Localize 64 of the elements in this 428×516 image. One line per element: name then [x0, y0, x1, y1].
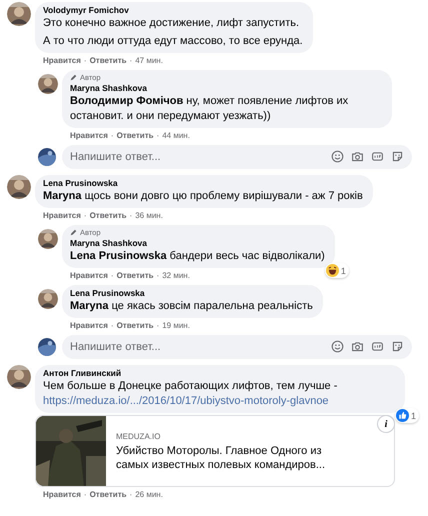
author-name[interactable]: Lena Prusinowska: [70, 288, 313, 299]
comment-text: Володимир Фомічов ну, может появление лифтов их остановит. и они передумают уезжать)): [70, 94, 350, 124]
reply-link[interactable]: Ответить: [116, 271, 154, 281]
sticker-icon[interactable]: [391, 150, 404, 163]
smiley-icon[interactable]: [331, 340, 344, 353]
camera-icon[interactable]: [351, 150, 364, 163]
timestamp[interactable]: 44 мин.: [162, 131, 190, 141]
gif-icon[interactable]: [371, 340, 384, 353]
link-domain: MEDUZA.IO: [116, 432, 162, 441]
reply-input-field[interactable]: Напишите ответ...: [62, 335, 412, 359]
reaction-count[interactable]: 1: [394, 408, 419, 423]
separator-dot: ·: [130, 56, 132, 66]
reply-link[interactable]: Ответить: [90, 490, 127, 500]
link-preview[interactable]: MEDUZA.IO Убийство Моторолы. Главное Одного из самых известных полевых командиров... i: [35, 415, 395, 487]
like-link[interactable]: Нравится: [70, 131, 108, 141]
timestamp[interactable]: 47 мин.: [135, 56, 163, 66]
info-button[interactable]: i: [377, 415, 395, 433]
timestamp[interactable]: 36 мин.: [135, 211, 163, 221]
pencil-icon: [70, 229, 77, 236]
reply-link[interactable]: Ответить: [116, 131, 154, 141]
timestamp[interactable]: 19 мин.: [162, 321, 190, 331]
separator-dot: ·: [156, 271, 160, 281]
separator-dot: ·: [84, 211, 87, 221]
separator-dot: ·: [110, 321, 114, 331]
smiley-icon[interactable]: [331, 150, 344, 163]
timestamp[interactable]: 32 мин.: [162, 271, 190, 281]
comment-text: Maryna це якась зовсім паралельна реальність: [70, 299, 313, 314]
author-name[interactable]: Maryna Shashkova: [70, 83, 382, 94]
separator-dot: ·: [130, 211, 132, 221]
author-name[interactable]: Lena Prusinowska: [43, 178, 363, 189]
comment-text: Lena Prusinowska бандери весь час відволікали): [70, 249, 325, 264]
link[interactable]: https://meduza.io/.../2016/10/17/ubiystvo-motoroly-glavnoe: [43, 395, 329, 407]
reply-link[interactable]: Ответить: [90, 211, 127, 221]
like-link[interactable]: Нравится: [43, 56, 81, 66]
laughing-emoji-icon: [326, 264, 339, 277]
separator-dot: ·: [156, 131, 160, 141]
like-link[interactable]: Нравится: [70, 321, 108, 331]
link-title: Убийство Моторолы. Главное Одного из самых известных полевых командиров...: [116, 444, 326, 472]
gif-icon[interactable]: [371, 150, 384, 163]
author-name[interactable]: Антон Гливинский: [43, 368, 395, 379]
comment-text: А то что люди оттуда едут массово, то все ерунда.: [43, 34, 303, 49]
separator-dot: ·: [110, 131, 114, 141]
timestamp[interactable]: 26 мин.: [135, 490, 163, 500]
author-name[interactable]: Maryna Shashkova: [70, 238, 325, 249]
author-name[interactable]: Volodymyr Fomichov: [43, 5, 303, 16]
camera-icon[interactable]: [351, 340, 364, 353]
thumbs-up-icon: [396, 409, 409, 422]
separator-dot: ·: [156, 321, 160, 331]
reaction-count[interactable]: 1: [324, 263, 349, 278]
pencil-icon: [70, 74, 77, 81]
like-link[interactable]: Нравится: [43, 211, 81, 221]
reply-input-field[interactable]: Напишите ответ...: [62, 145, 412, 169]
reply-link[interactable]: Ответить: [90, 56, 127, 66]
separator-dot: ·: [130, 490, 132, 500]
like-link[interactable]: Нравится: [43, 490, 81, 500]
separator-dot: ·: [110, 271, 114, 281]
separator-dot: ·: [84, 490, 87, 500]
like-link[interactable]: Нравится: [70, 271, 108, 281]
reply-link[interactable]: Ответить: [116, 321, 154, 331]
comment-text: Это конечно важное достижение, лифт запустить.: [43, 16, 300, 31]
comment-text: Maryna щось вони довго цю проблему вирішували - аж 7 років: [43, 189, 363, 204]
separator-dot: ·: [84, 56, 87, 66]
comment-text: Чем больше в Донецке работающих лифтов, тем лучше - https://meduza.io/.../2016/10/17/ubiystvo-motoroly-glavnoe: [43, 379, 338, 409]
sticker-icon[interactable]: [391, 340, 404, 353]
